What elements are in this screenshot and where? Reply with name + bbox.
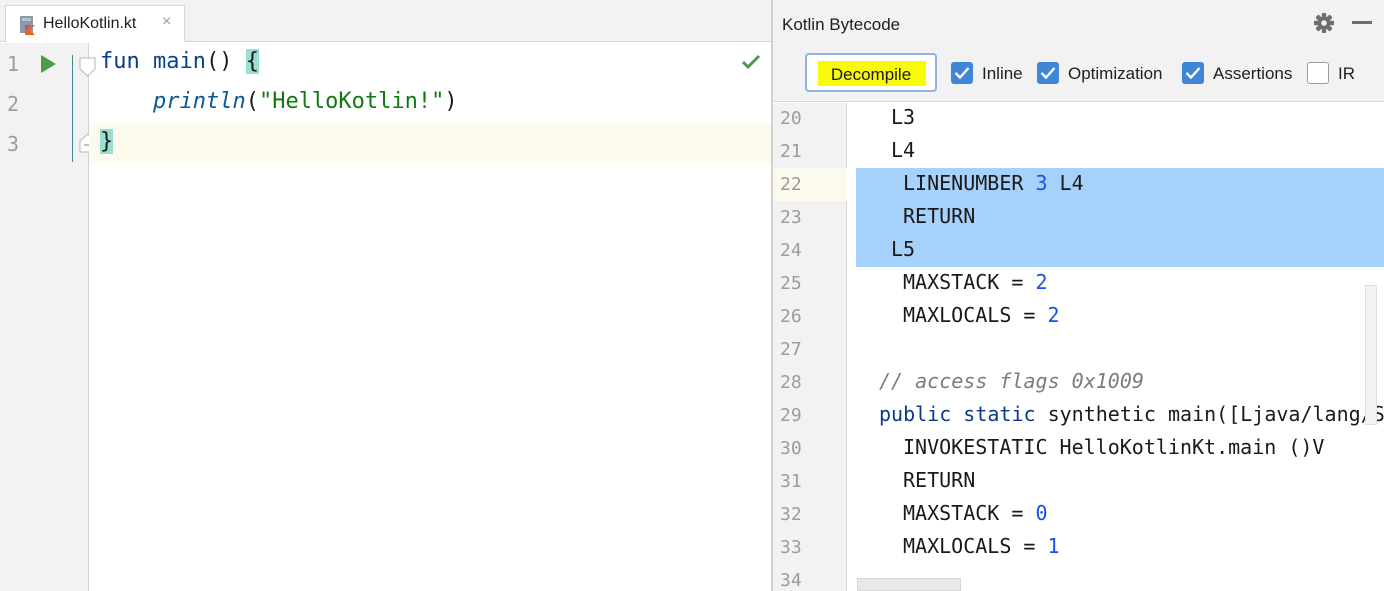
paren-close: ) <box>444 89 458 114</box>
decompile-label: Decompile <box>830 65 912 84</box>
open-brace: { <box>245 49 259 74</box>
bytecode-line: L4 <box>891 138 916 162</box>
keyword-fun: fun <box>100 49 140 74</box>
minimize-icon[interactable] <box>1352 21 1372 24</box>
current-line-highlight <box>89 123 771 163</box>
checkmark-icon[interactable] <box>741 53 761 71</box>
panel-title: Kotlin Bytecode <box>782 15 901 34</box>
bytecode-line: L3 <box>891 105 916 129</box>
line-number: 27 <box>780 339 802 360</box>
bytecode-line: L5 <box>891 237 916 261</box>
horizontal-scrollbar[interactable] <box>857 578 961 591</box>
checkmark-icon <box>1040 67 1056 80</box>
line-number: 22 <box>780 174 802 195</box>
parens: () <box>205 49 246 74</box>
code-line-1: fun main() { <box>100 49 259 74</box>
optimization-checkbox[interactable] <box>1037 62 1059 84</box>
bytecode-line: MAXLOCALS = 2 <box>903 303 1060 327</box>
line-number: 25 <box>780 273 802 294</box>
instruction: MAXSTACK = <box>903 501 1036 525</box>
bytecode-line: public static synthetic main([Ljava/lang… <box>879 402 1384 426</box>
function-call: println <box>152 89 246 114</box>
fold-guide <box>72 55 73 162</box>
string-literal: "HelloKotlin!" <box>258 89 445 114</box>
instruction: LINENUMBER <box>903 171 1036 195</box>
decompile-button[interactable]: Decompile <box>805 53 937 92</box>
instruction: MAXLOCALS = <box>903 534 1048 558</box>
bytecode-line: MAXSTACK = 2 <box>903 270 1048 294</box>
line-number: 1 <box>7 52 20 76</box>
line-number: 20 <box>780 108 802 129</box>
bytecode-line: RETURN <box>903 468 976 492</box>
bytecode-gutter: 20 21 22 23 24 25 26 27 28 29 30 31 32 3… <box>773 103 847 591</box>
function-name: main <box>153 49 206 74</box>
label: L4 <box>1047 171 1084 195</box>
number: 1 <box>1047 534 1060 558</box>
line-number: 33 <box>780 537 802 558</box>
inline-checkbox[interactable] <box>951 62 973 84</box>
instruction: MAXLOCALS = <box>903 303 1048 327</box>
bytecode-line: RETURN <box>903 204 976 228</box>
line-number: 31 <box>780 471 802 492</box>
ir-checkbox[interactable] <box>1307 62 1329 84</box>
code-line-3: } <box>100 129 114 154</box>
kotlin-bytecode-panel: Kotlin Bytecode Decompile Inline Optimiz… <box>773 0 1384 591</box>
gear-icon[interactable] <box>1313 12 1335 34</box>
bytecode-line: INVOKESTATIC HelloKotlinKt.main ()V <box>903 435 1325 459</box>
kotlin-file-icon <box>20 16 35 35</box>
run-icon[interactable] <box>38 54 58 74</box>
line-number: 34 <box>780 570 802 591</box>
assertions-label[interactable]: Assertions <box>1213 64 1292 84</box>
bytecode-toolbar: Decompile Inline Optimization Assertions… <box>773 45 1384 102</box>
line-number: 3 <box>7 132 20 156</box>
paren-open: ( <box>245 89 259 114</box>
number: 0 <box>1035 501 1048 525</box>
vertical-scrollbar[interactable] <box>1365 285 1377 425</box>
code-line-2: println("HelloKotlin!") <box>100 89 458 114</box>
number: 2 <box>1047 303 1060 327</box>
tab-hellokotlin[interactable]: HelloKotlin.kt × <box>5 5 185 42</box>
bytecode-line: MAXSTACK = 0 <box>903 501 1048 525</box>
inline-label[interactable]: Inline <box>982 64 1023 84</box>
line-number: 32 <box>780 504 802 525</box>
instruction: MAXSTACK = <box>903 270 1036 294</box>
tab-title: HelloKotlin.kt <box>43 15 137 32</box>
editor-gutter: 1 2 3 <box>0 43 96 591</box>
line-number: 29 <box>780 405 802 426</box>
line-number: 28 <box>780 372 802 393</box>
close-brace: } <box>100 129 114 154</box>
line-number: 24 <box>780 240 802 261</box>
line-number: 2 <box>7 92 20 116</box>
line-number: 23 <box>780 207 802 228</box>
method-signature: synthetic main([Ljava/lang/S <box>1035 402 1384 426</box>
close-tab-icon[interactable]: × <box>162 13 171 31</box>
checkmark-icon <box>954 67 970 80</box>
bytecode-line: MAXLOCALS = 1 <box>903 534 1060 558</box>
editor-tab-bar: HelloKotlin.kt × <box>0 0 771 42</box>
panel-header: Kotlin Bytecode <box>773 0 1384 45</box>
bytecode-comment: // access flags 0x1009 <box>879 369 1144 393</box>
line-number: 26 <box>780 306 802 327</box>
assertions-checkbox[interactable] <box>1182 62 1204 84</box>
keyword: static <box>963 402 1036 426</box>
code-editor[interactable]: HelloKotlin.kt × 1 2 3 fun main() { prin… <box>0 0 771 591</box>
line-number: 30 <box>780 438 802 459</box>
number: 3 <box>1035 171 1048 195</box>
optimization-label[interactable]: Optimization <box>1068 64 1162 84</box>
ir-label[interactable]: IR <box>1338 64 1355 84</box>
checkmark-icon <box>1185 67 1201 80</box>
keyword: public <box>879 402 952 426</box>
bytecode-text[interactable]: L3 L4 LINENUMBER 3 L4 RETURN L5 MAXSTACK… <box>848 103 1384 591</box>
code-area[interactable]: fun main() { println("HelloKotlin!") } <box>89 43 771 591</box>
line-number: 21 <box>780 141 802 162</box>
bytecode-line: LINENUMBER 3 L4 <box>903 171 1084 195</box>
number: 2 <box>1035 270 1048 294</box>
